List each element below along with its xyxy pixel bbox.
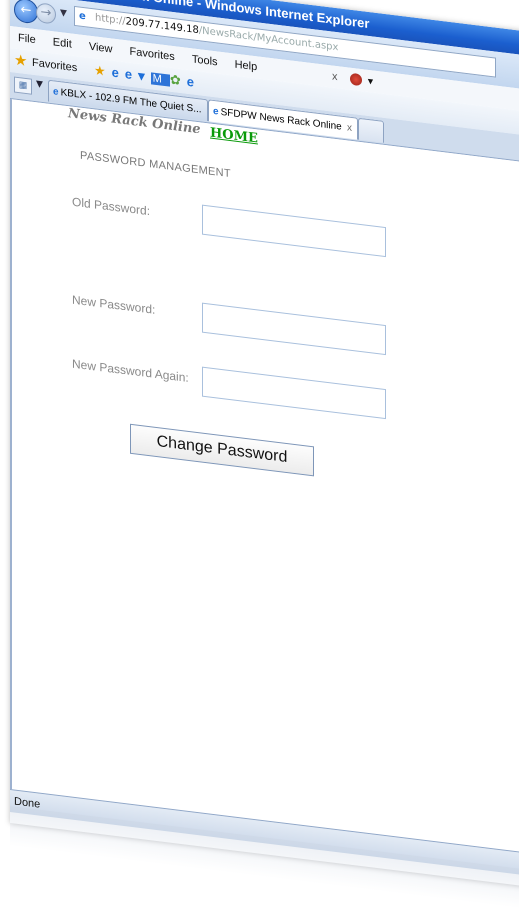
ie-page-icon[interactable]: e (187, 74, 200, 91)
old-password-field[interactable] (202, 204, 386, 258)
menu-tools[interactable]: Tools (192, 48, 218, 73)
history-dropdown-icon[interactable]: ▼ (60, 8, 67, 19)
ie-dropdown-icon[interactable]: e▾ (125, 66, 151, 84)
new-password-again-label: New Password Again: (72, 356, 189, 385)
tab-list-dropdown-icon[interactable]: ▼ (36, 79, 43, 90)
home-link[interactable]: HOME (210, 126, 258, 147)
menu-help[interactable]: Help (235, 54, 258, 79)
browser-window: e SFDPW News Rack Online - Windows Inter… (10, 0, 519, 900)
menu-file[interactable]: File (18, 27, 36, 51)
ie-page-icon: e (213, 105, 219, 118)
new-password-again-field[interactable] (202, 366, 386, 420)
change-password-button[interactable]: Change Password (130, 423, 314, 477)
chevron-down-icon[interactable]: ▼ (366, 70, 375, 93)
search-provider-icon[interactable] (350, 72, 362, 87)
tab-close-icon[interactable]: x (347, 117, 352, 139)
quick-tabs-icon[interactable]: ▦ (14, 76, 32, 95)
old-password-label: Old Password: (72, 194, 151, 219)
favorites-star-icon[interactable]: ★ (14, 48, 27, 74)
add-favorite-icon[interactable]: ★ (94, 62, 112, 79)
page-title: PASSWORD MANAGEMENT (80, 149, 231, 181)
ie-page-icon: e (53, 86, 59, 98)
new-password-label: New Password: (72, 292, 156, 317)
msn-icon[interactable]: ✿ (170, 72, 187, 89)
mail-icon[interactable]: M (150, 72, 170, 87)
new-password-field[interactable] (202, 302, 386, 356)
menu-view[interactable]: View (89, 36, 113, 61)
back-button[interactable]: ← (14, 0, 38, 25)
ie-link-icon[interactable]: e (112, 64, 125, 81)
page-content: News Rack Online HOME PASSWORD MANAGEMEN… (10, 99, 519, 866)
page-icon: e (79, 10, 86, 23)
close-icon[interactable]: x (332, 66, 338, 89)
new-tab-button[interactable] (358, 117, 384, 143)
forward-button[interactable]: → (36, 2, 56, 25)
menu-edit[interactable]: Edit (53, 31, 72, 55)
